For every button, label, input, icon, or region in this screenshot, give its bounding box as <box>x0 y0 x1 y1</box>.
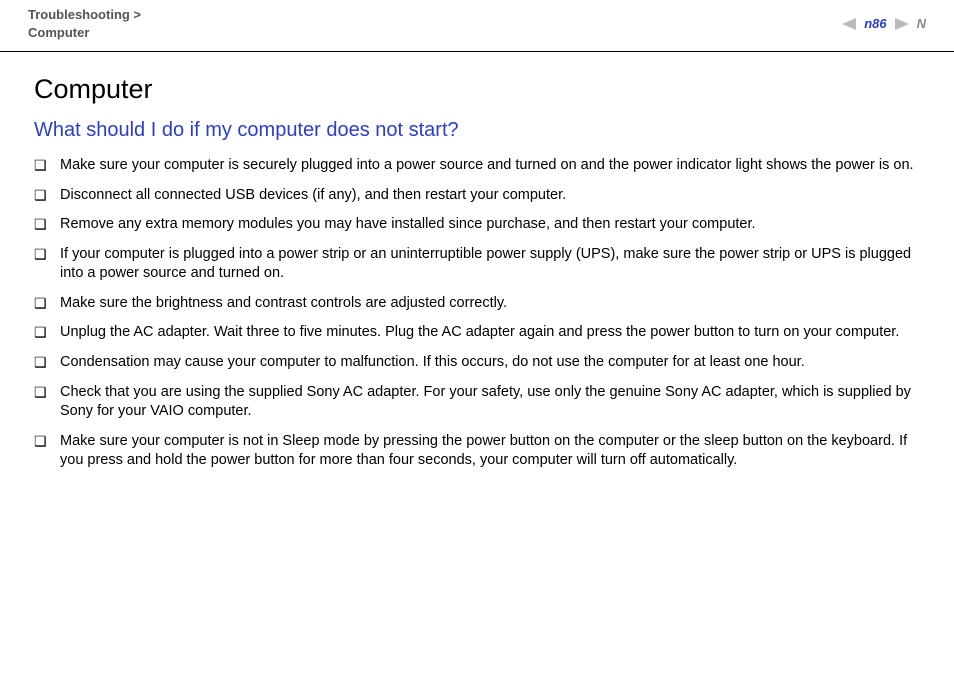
list-item: ❑Unplug the AC adapter. Wait three to fi… <box>34 323 920 343</box>
page-header: Troubleshooting > Computer n86 N <box>0 0 954 52</box>
list-item: ❑Condensation may cause your computer to… <box>34 353 920 373</box>
page-nav: n86 N <box>842 16 926 31</box>
list-item: ❑Make sure your computer is securely plu… <box>34 156 920 176</box>
page-content: Computer What should I do if my computer… <box>0 52 954 471</box>
list-item: ❑Check that you are using the supplied S… <box>34 383 920 422</box>
page-indicator-suffix: N <box>917 16 926 31</box>
list-item: ❑Disconnect all connected USB devices (i… <box>34 186 920 206</box>
bullet-icon: ❑ <box>34 294 60 313</box>
bullet-icon: ❑ <box>34 215 60 234</box>
list-item: ❑Make sure the brightness and contrast c… <box>34 294 920 314</box>
bullet-icon: ❑ <box>34 432 60 451</box>
bullet-icon: ❑ <box>34 323 60 342</box>
bullet-icon: ❑ <box>34 245 60 264</box>
page-title: Computer <box>34 74 920 105</box>
list-item: ❑If your computer is plugged into a powe… <box>34 245 920 284</box>
list-item: ❑Remove any extra memory modules you may… <box>34 215 920 235</box>
list-item: ❑Make sure your computer is not in Sleep… <box>34 432 920 471</box>
bullet-icon: ❑ <box>34 353 60 372</box>
prev-page-icon[interactable] <box>842 18 856 30</box>
page-number: n86 <box>864 16 886 31</box>
bullet-icon: ❑ <box>34 383 60 402</box>
breadcrumb: Troubleshooting > Computer <box>28 6 141 41</box>
bullet-icon: ❑ <box>34 156 60 175</box>
next-page-icon[interactable] <box>895 18 909 30</box>
bullet-icon: ❑ <box>34 186 60 205</box>
breadcrumb-line1: Troubleshooting > <box>28 7 141 22</box>
section-heading: What should I do if my computer does not… <box>34 119 920 142</box>
bullet-list: ❑Make sure your computer is securely plu… <box>34 156 920 471</box>
breadcrumb-line2: Computer <box>28 25 89 40</box>
page: Troubleshooting > Computer n86 N Compute… <box>0 0 954 471</box>
